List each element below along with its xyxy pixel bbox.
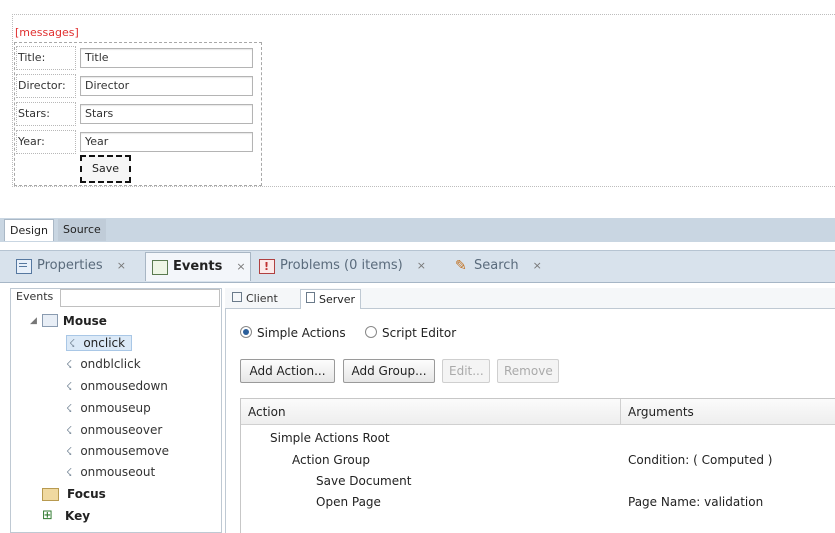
messages-control[interactable]: [messages] [15,26,79,39]
label-year: Year: [18,135,45,148]
column-header-arguments[interactable]: Arguments [628,405,694,419]
tab-events-label: Events [173,259,223,274]
mouse-label: Mouse [62,314,107,328]
focus-icon [42,487,59,501]
event-label: onmouseup [80,401,151,415]
event-icon: ☇ [69,337,76,350]
grid-row-action[interactable]: Simple Actions Root [270,431,390,445]
radio-simple-actions[interactable]: Simple Actions [240,326,346,340]
search-icon: ✎ [455,257,467,274]
event-icon: ☇ [66,466,73,479]
tab-source[interactable]: Source [58,219,106,241]
event-icon: ☇ [66,445,73,458]
event-icon: ☇ [66,380,73,393]
event-icon: ☇ [66,424,73,437]
label-director: Director: [18,79,66,92]
event-onclick[interactable]: ☇ onclick [66,335,133,351]
tab-search[interactable]: ✎ Search × [449,253,542,279]
event-label: onclick [83,336,126,350]
expand-arrow-icon[interactable]: ◢ [30,316,37,326]
editor-tab-bar [0,218,835,242]
event-onmouseover[interactable]: ☇ onmouseover [66,423,162,437]
tab-design[interactable]: Design [4,219,54,241]
grid-row-arguments: Page Name: validation [628,495,764,509]
tab-client-label: Client [246,292,278,305]
add-action-button[interactable]: Add Action... [240,359,335,383]
add-group-button[interactable]: Add Group... [343,359,435,383]
properties-icon [16,258,32,274]
tab-client[interactable]: Client [227,289,283,309]
close-icon[interactable]: × [117,253,126,279]
label-title: Title: [18,51,46,64]
tab-properties[interactable]: Properties × [10,253,126,279]
director-field[interactable]: Director [80,76,253,96]
grid-row-arguments: Condition: ( Computed ) [628,453,773,467]
tab-search-label: Search [474,258,519,273]
close-icon[interactable]: × [533,253,542,279]
radio-selected-icon [240,326,252,338]
close-icon[interactable]: × [236,254,245,280]
event-label: ondblclick [80,357,141,371]
event-onmouseout[interactable]: ☇ onmouseout [66,465,155,479]
grid-row-action[interactable]: Action Group [292,453,370,467]
key-label: Key [65,509,91,523]
event-ondblclick[interactable]: ☇ ondblclick [66,357,141,371]
event-onmousemove[interactable]: ☇ onmousemove [66,444,169,458]
tab-server[interactable]: Server [300,289,362,309]
edit-button[interactable]: Edit... [442,359,490,383]
key-icon: ⊞ [42,508,53,523]
close-icon[interactable]: × [417,253,426,279]
tab-properties-label: Properties [37,258,103,273]
problems-icon [259,254,275,280]
tab-server-label: Server [319,293,356,306]
tab-problems[interactable]: Problems (0 items) × [253,253,426,280]
event-label: onmouseover [80,423,163,437]
column-separator[interactable] [620,399,621,425]
event-label: onmousemove [80,444,170,458]
label-stars: Stars: [18,107,50,120]
actions-grid-header [241,399,835,425]
radio-script-editor[interactable]: Script Editor [365,326,456,340]
stars-field[interactable]: Stars [80,104,253,124]
tree-category-key[interactable]: ⊞ Key [42,509,90,523]
events-header-label: Events [16,290,54,303]
save-button[interactable]: Save [80,155,131,183]
radio-simple-label: Simple Actions [257,326,346,340]
column-header-action[interactable]: Action [248,405,286,419]
event-label: onmouseout [80,465,156,479]
tree-category-mouse[interactable]: ◢ Mouse [30,314,107,328]
client-icon [232,292,242,302]
tree-category-focus[interactable]: Focus [42,487,106,501]
event-onmousedown[interactable]: ☇ onmousedown [66,379,168,393]
server-icon [306,292,315,303]
tab-problems-label: Problems (0 items) [280,258,403,273]
event-icon: ☇ [66,402,73,415]
tab-events[interactable]: Events × [145,252,251,281]
mouse-icon [42,314,58,327]
title-field[interactable]: Title [80,48,253,68]
remove-button[interactable]: Remove [497,359,559,383]
event-label: onmousedown [80,379,168,393]
events-icon [152,259,168,275]
radio-script-label: Script Editor [382,326,457,340]
event-icon: ☇ [66,358,73,371]
radio-unselected-icon [365,326,377,338]
grid-row-action[interactable]: Save Document [316,474,411,488]
focus-label: Focus [67,487,106,501]
events-filter-input[interactable] [60,289,220,307]
year-field[interactable]: Year [80,132,253,152]
event-onmouseup[interactable]: ☇ onmouseup [66,401,151,415]
grid-row-action[interactable]: Open Page [316,495,381,509]
